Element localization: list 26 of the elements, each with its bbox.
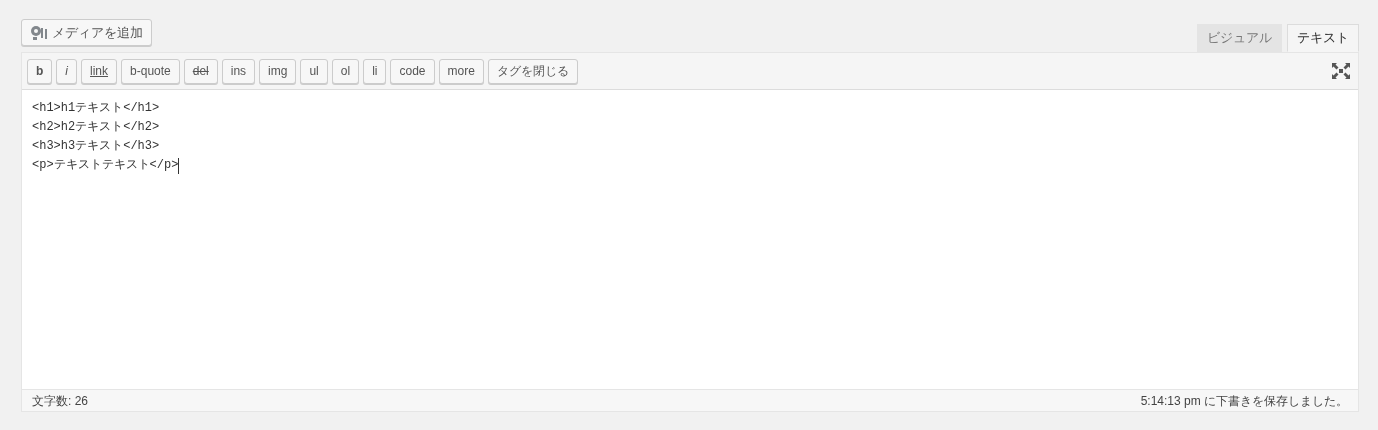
code-line: <h1>h1テキスト</h1> — [32, 100, 160, 117]
fullscreen-icon[interactable] — [1332, 63, 1350, 79]
quicktag-button[interactable]: ul — [300, 58, 328, 84]
quicktag-button[interactable]: link — [81, 58, 118, 84]
quicktag-button[interactable]: del — [183, 58, 218, 84]
code-line: <p>テキストテキスト</p> — [32, 157, 179, 174]
media-icon — [30, 24, 48, 41]
text-editor[interactable]: <h1>h1テキスト</h1> <h2>h2テキスト</h2> <h3>h3テキスト</h3> <p>テキストテキスト</p> — [22, 90, 1358, 389]
quicktag-button[interactable]: i — [56, 58, 77, 84]
quicktag-button[interactable]: b-quote — [121, 58, 180, 84]
quicktag-button[interactable]: タグを閉じる — [487, 58, 578, 84]
quicktag-button[interactable]: ins — [221, 58, 256, 84]
quicktag-button[interactable]: li — [363, 58, 387, 84]
text-cursor — [178, 157, 180, 174]
code-line: <h3>h3テキスト</h3> — [32, 138, 160, 155]
quicktag-button[interactable]: img — [259, 58, 297, 84]
quicktag-button[interactable]: code — [390, 58, 435, 84]
add-media-button[interactable]: メディアを追加 — [21, 19, 152, 46]
quicktag-button[interactable]: more — [438, 58, 484, 84]
word-count: 文字数: 26 — [32, 392, 88, 410]
quicktag-button[interactable]: b — [27, 58, 53, 84]
autosave-status: 5:14:13 pm に下書きを保存しました。 — [1140, 392, 1348, 410]
editor-tab[interactable]: ビジュアル — [1197, 24, 1282, 52]
editor-tab[interactable]: テキスト — [1287, 24, 1359, 52]
code-line: <h2>h2テキスト</h2> — [32, 119, 160, 136]
quicktag-button[interactable]: ol — [331, 58, 360, 84]
